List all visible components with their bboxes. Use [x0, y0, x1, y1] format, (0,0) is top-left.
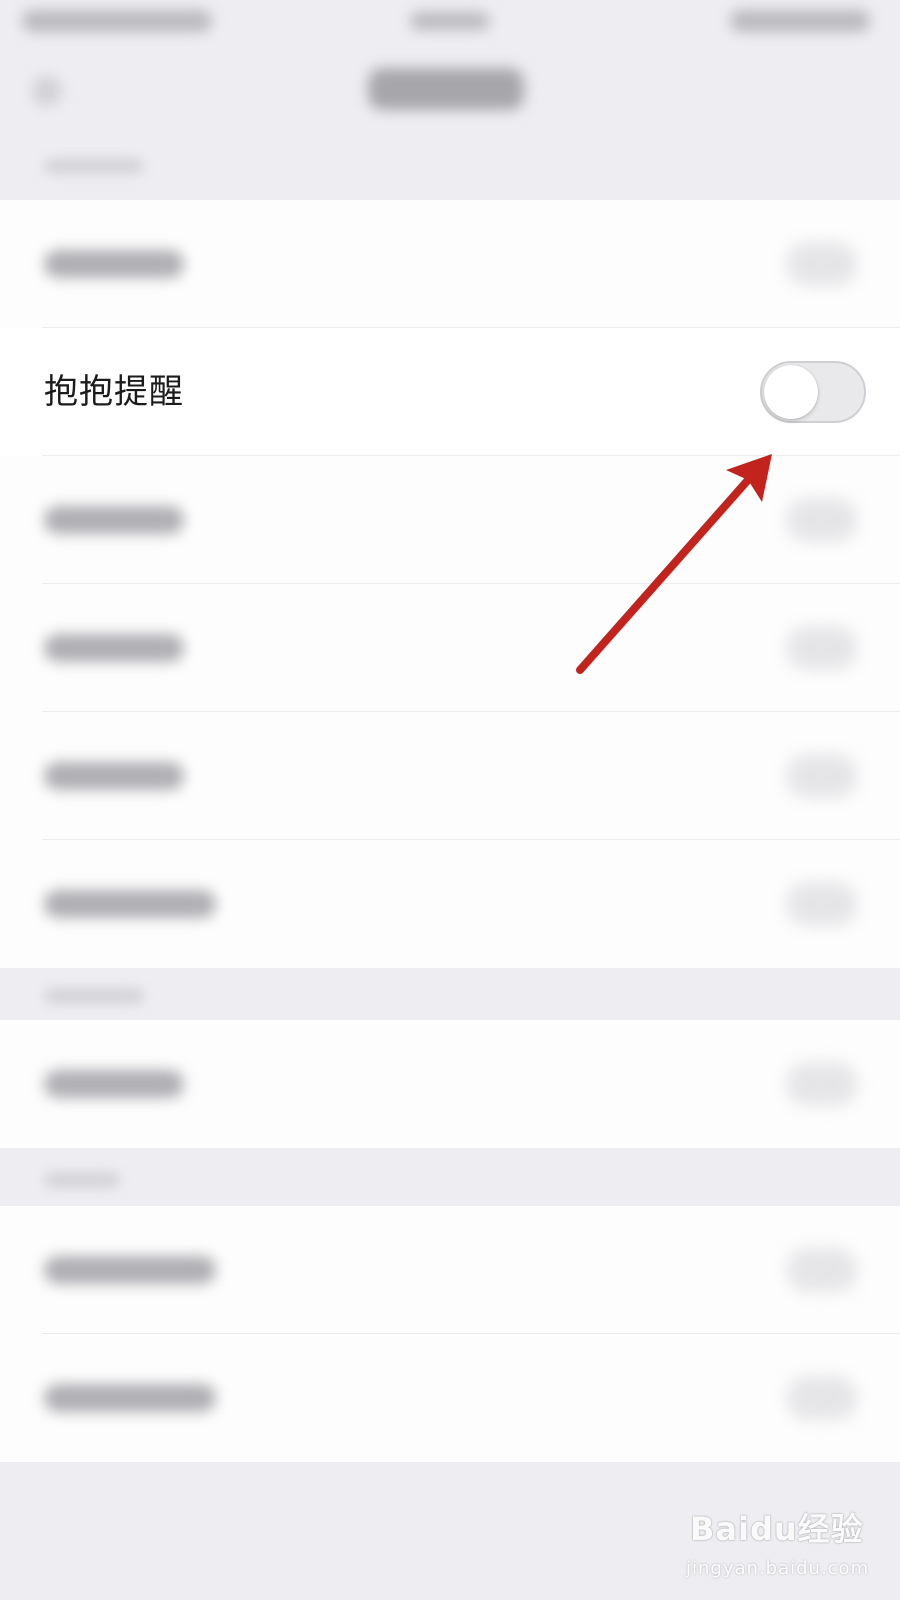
row-4-switch-blurred[interactable]: [786, 626, 858, 670]
row-7-switch-blurred[interactable]: [786, 1062, 858, 1106]
row-5-switch-blurred[interactable]: [786, 754, 858, 798]
section-header-1-blurred: [44, 158, 144, 174]
settings-row-6[interactable]: [0, 840, 900, 968]
toggle-knob: [764, 365, 818, 419]
settings-row-5[interactable]: [0, 712, 900, 840]
hug-reminder-toggle[interactable]: [760, 361, 866, 423]
settings-row-3[interactable]: [0, 456, 900, 584]
settings-group-3: [0, 1206, 900, 1462]
row-1-switch-blurred[interactable]: [786, 242, 858, 286]
row-6-switch-blurred[interactable]: [786, 882, 858, 926]
row-5-label-blurred: [44, 762, 184, 790]
settings-row-7[interactable]: [0, 1020, 900, 1148]
row-7-label-blurred: [44, 1070, 184, 1098]
status-center-blurred: [410, 12, 490, 30]
section-header-3-blurred: [44, 1172, 120, 1188]
status-bar: [0, 0, 900, 44]
watermark-brand: Baidu经验: [690, 1510, 864, 1548]
settings-row-9[interactable]: [0, 1334, 900, 1462]
settings-row-8[interactable]: [0, 1206, 900, 1334]
section-header-2-blurred: [44, 988, 144, 1004]
settings-row-4[interactable]: [0, 584, 900, 712]
status-time-blurred: [22, 10, 212, 32]
row-6-label-blurred: [44, 890, 216, 918]
back-button-blurred[interactable]: [32, 76, 62, 106]
watermark-url: jingyan.baidu.com: [686, 1558, 870, 1579]
page-title-blurred: [368, 68, 524, 110]
hug-reminder-label: 抱抱提醒: [44, 372, 184, 412]
row-4-label-blurred: [44, 634, 184, 662]
settings-group-2: [0, 1020, 900, 1148]
row-3-switch-blurred[interactable]: [786, 498, 858, 542]
settings-row-1[interactable]: [0, 200, 900, 328]
row-9-switch-blurred[interactable]: [786, 1376, 858, 1420]
row-8-label-blurred: [44, 1256, 216, 1284]
row-8-switch-blurred[interactable]: [786, 1248, 858, 1292]
status-battery-blurred: [730, 10, 870, 32]
navigation-bar: [0, 44, 900, 144]
settings-screen: 抱抱提醒 Baidu经验 jingyan.baidu.com: [0, 0, 900, 1600]
row-9-label-blurred: [44, 1384, 216, 1412]
settings-group-1: 抱抱提醒: [0, 200, 900, 968]
hug-reminder-row[interactable]: 抱抱提醒: [0, 328, 900, 456]
baidu-jingyan-watermark: Baidu经验 jingyan.baidu.com: [686, 1500, 886, 1590]
row-3-label-blurred: [44, 506, 184, 534]
row-1-label-blurred: [44, 250, 184, 278]
